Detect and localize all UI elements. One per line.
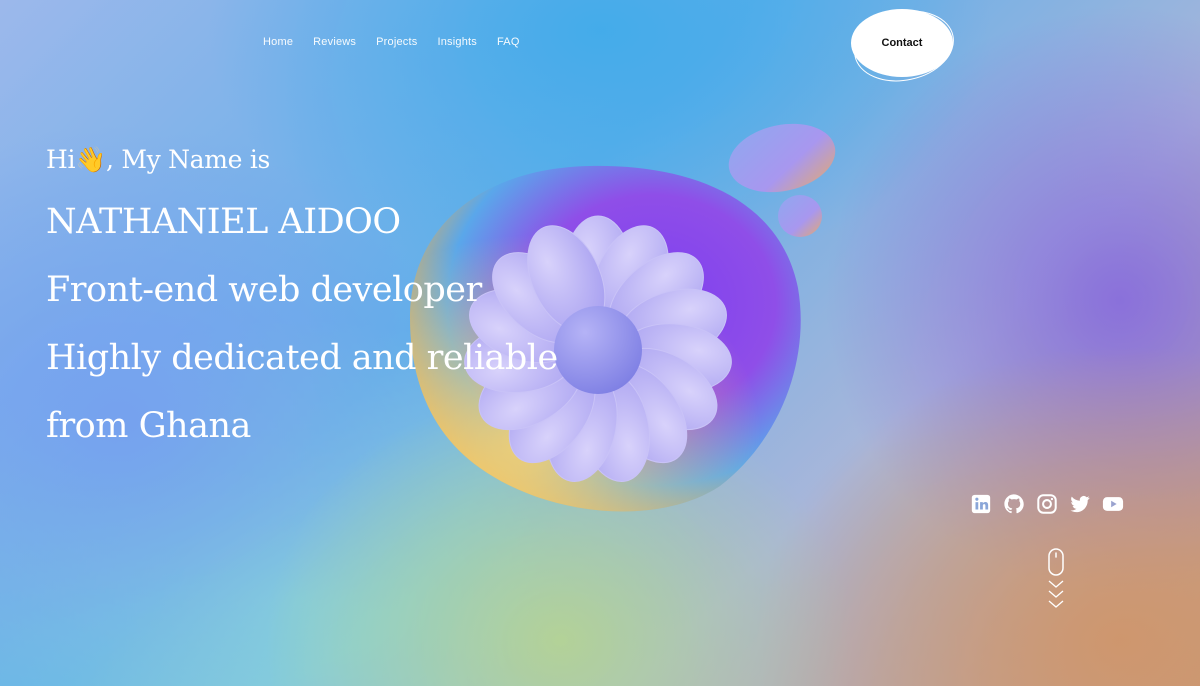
flower-center [554, 306, 642, 394]
hero-greeting: Hi👋, My Name is [46, 145, 271, 174]
github-icon[interactable] [1003, 493, 1025, 515]
nav-home[interactable]: Home [263, 36, 293, 48]
hero-tagline: Highly dedicated and reliable [46, 338, 558, 378]
scroll-down-indicator[interactable] [1046, 548, 1066, 618]
nav-insights[interactable]: Insights [437, 36, 477, 48]
instagram-icon[interactable] [1036, 493, 1058, 515]
contact-wrapper: Contact [848, 4, 958, 82]
hero-origin: from Ghana [46, 406, 251, 446]
hero-name: NATHANIEL AIDOO [46, 202, 401, 242]
chevron-down-icon [1048, 580, 1064, 588]
nav-faq[interactable]: FAQ [497, 36, 520, 48]
main-nav: Home Reviews Projects Insights FAQ [263, 36, 520, 48]
bubble-large [728, 123, 836, 193]
social-links [970, 493, 1124, 515]
nav-projects[interactable]: Projects [376, 36, 417, 48]
hero-section: Hi👋, My Name is NATHANIEL AIDOO Front-en… [46, 140, 558, 460]
youtube-icon[interactable] [1102, 493, 1124, 515]
linkedin-icon[interactable] [970, 493, 992, 515]
contact-button[interactable]: Contact [850, 8, 954, 78]
nav-reviews[interactable]: Reviews [313, 36, 356, 48]
hero-role: Front-end web developer [46, 270, 482, 310]
bubble-small [778, 195, 822, 237]
twitter-icon[interactable] [1069, 493, 1091, 515]
